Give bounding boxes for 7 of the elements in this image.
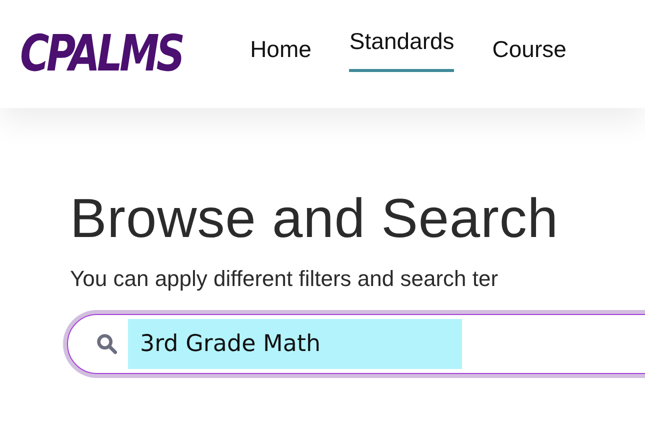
page-title: Browse and Search bbox=[70, 186, 560, 250]
nav-link[interactable]: Standards bbox=[349, 28, 454, 72]
page-subtitle: You can apply different filters and search ter bbox=[70, 266, 500, 292]
logo[interactable]: CPALMS bbox=[20, 25, 182, 83]
nav-link[interactable]: Course bbox=[492, 36, 566, 72]
search-icon bbox=[96, 333, 118, 355]
nav-link[interactable]: Home bbox=[250, 36, 312, 72]
